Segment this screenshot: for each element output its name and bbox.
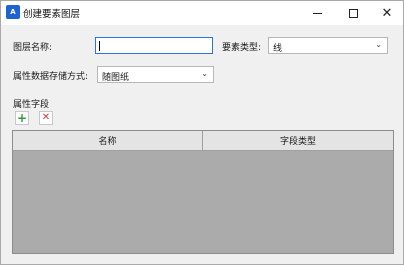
fields-section-title: 属性字段 bbox=[13, 100, 50, 110]
feature-type-label: 要素类型: bbox=[222, 43, 262, 53]
fields-table[interactable]: 名称 字段类型 bbox=[12, 130, 394, 254]
feature-type-value: 线 bbox=[273, 44, 283, 54]
maximize-icon bbox=[348, 8, 358, 18]
delete-field-button[interactable]: ✕ bbox=[39, 111, 53, 125]
storage-mode-label: 属性数据存储方式: bbox=[13, 72, 89, 82]
layer-name-label: 图层名称: bbox=[13, 43, 53, 53]
minimize-icon bbox=[312, 12, 322, 14]
maximize-button[interactable] bbox=[335, 1, 371, 25]
add-field-button[interactable]: + bbox=[15, 111, 29, 125]
dialog-window: A 创建要素图层 ✕ 图层名称: 要素类型: 线 ⌄ 属性数据存储方式: 随图纸… bbox=[0, 0, 404, 265]
app-icon: A bbox=[6, 5, 20, 19]
close-icon: ✕ bbox=[381, 5, 393, 21]
chevron-down-icon: ⌄ bbox=[375, 40, 382, 49]
storage-mode-select[interactable]: 随图纸 ⌄ bbox=[97, 66, 214, 83]
text-caret bbox=[99, 41, 100, 51]
close-button[interactable]: ✕ bbox=[369, 1, 404, 25]
column-header-field-type[interactable]: 字段类型 bbox=[203, 131, 393, 151]
storage-mode-value: 随图纸 bbox=[102, 73, 130, 83]
layer-name-input[interactable] bbox=[95, 37, 213, 54]
window-title: 创建要素图层 bbox=[23, 9, 81, 20]
minimize-button[interactable] bbox=[299, 1, 335, 25]
column-header-name[interactable]: 名称 bbox=[13, 131, 203, 151]
table-header: 名称 字段类型 bbox=[13, 131, 393, 151]
feature-type-select[interactable]: 线 ⌄ bbox=[268, 37, 388, 54]
delete-icon: ✕ bbox=[41, 112, 51, 123]
plus-icon: + bbox=[16, 111, 28, 125]
chevron-down-icon: ⌄ bbox=[201, 69, 208, 78]
title-bar: A 创建要素图层 ✕ bbox=[1, 1, 403, 25]
